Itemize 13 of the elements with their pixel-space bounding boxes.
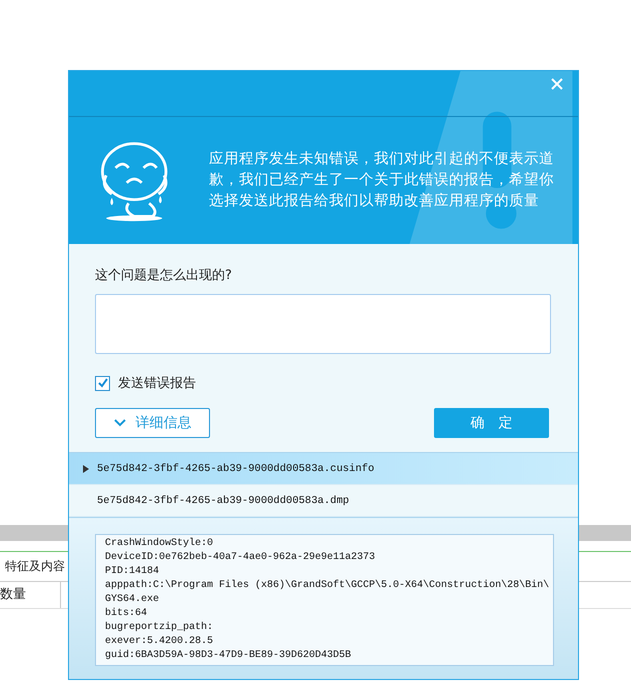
tab[interactable]: 特征及内容 (0, 558, 65, 575)
details-log: CrashWindowStyle:0 DeviceID:0e762beb-40a7-4ae0-962a-29e9e11a2373 PID:14184 apppath:C:\Program Files (x86)\GrandSoft\GCCP\5.0-X64\Construction\28\Bin\ GYS64.exe bits:64 bugreportzip_path: exever:5.4200.28.5 guid:6BA3D59A-98D3-47D9-BE89-39D620D43D5B (95, 534, 554, 666)
close-button[interactable] (550, 77, 564, 91)
file-item[interactable]: 5e75d842-3fbf-4265-ab39-9000dd00583a.cusinfo (69, 453, 578, 485)
close-icon (551, 78, 563, 90)
question-label: 这个问题是怎么出现的? (95, 267, 233, 282)
triangle-icon (83, 465, 89, 473)
checkbox[interactable] (95, 376, 110, 390)
checkbox-label: 发送错误报告 (118, 375, 196, 392)
column-header: 数量 (0, 582, 61, 608)
chevron-icon (114, 419, 126, 427)
description-field[interactable] (95, 294, 551, 354)
error-message: 应用程序发生未知错误，我们对此引起的不便表示道歉，我们已经产生了一个关于此错误的报告，希望你选择发送此报告给我们以帮助改善应用程序的质量 (209, 150, 555, 210)
